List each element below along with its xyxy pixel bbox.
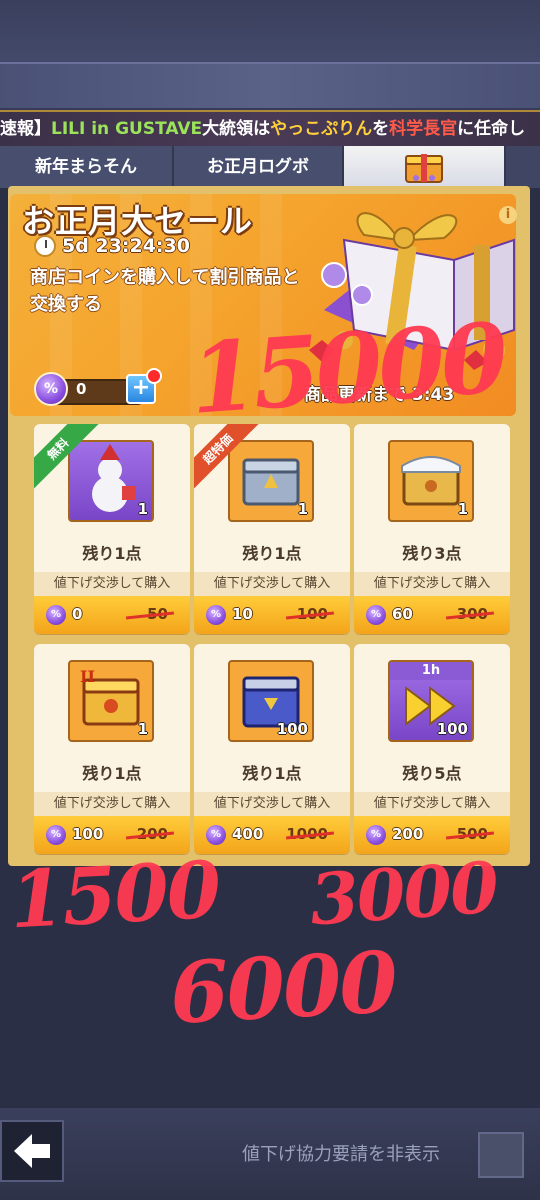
negotiate-label: 値下げ交渉して購入 xyxy=(34,792,190,816)
hide-request-label: 値下げ協力要請を非表示 xyxy=(242,1144,440,1165)
snow-chest-icon: 1 xyxy=(388,440,474,522)
remaining-count: 残り5点 xyxy=(402,764,462,783)
price-bar[interactable]: % 400 1000 xyxy=(194,816,350,854)
price-bar[interactable]: % 10 100 xyxy=(194,596,350,634)
shop-coin-icon: % xyxy=(366,825,386,845)
shop-coin-icon: % xyxy=(366,605,386,625)
negotiate-label: 値下げ交渉して購入 xyxy=(34,572,190,596)
shop-coin-icon: % xyxy=(206,605,226,625)
svg-text:II: II xyxy=(80,667,95,686)
hide-request-checkbox[interactable] xyxy=(478,1132,524,1178)
handwritten-note: 15000 xyxy=(186,301,508,436)
sale-price: 200 xyxy=(392,825,424,843)
shop-item-card[interactable]: 100 残り1点 値下げ交渉して購入 % 400 1000 xyxy=(194,644,350,854)
top-background xyxy=(0,0,540,110)
clock-icon xyxy=(34,235,56,257)
remaining-count: 残り1点 xyxy=(82,544,142,563)
tab-new-year-login-bonus[interactable]: お正月ログボ xyxy=(174,146,344,188)
remaining-count: 残り1点 xyxy=(82,764,142,783)
tab-new-year-sale[interactable] xyxy=(344,146,506,188)
silver-chest-icon: 1 xyxy=(228,440,314,522)
ticker-part: に任命し xyxy=(457,119,526,139)
remaining-count: 残り3点 xyxy=(402,544,462,563)
ticker-part: 大統領は xyxy=(202,119,271,139)
sale-price: 400 xyxy=(232,825,264,843)
handwritten-note: 1500 xyxy=(7,844,222,947)
negotiate-label: 値下げ交渉して購入 xyxy=(194,792,350,816)
sale-price: 100 xyxy=(72,825,104,843)
sale-price: 60 xyxy=(392,605,413,623)
tab-new-year-marathon[interactable]: 新年まらそん xyxy=(0,146,174,188)
ticker-part: LILI in GUSTAVE xyxy=(51,119,203,139)
gift-chest-icon xyxy=(405,154,443,183)
fast-forward-icon: 1h 100 xyxy=(388,660,474,742)
handwritten-note: 6000 xyxy=(167,932,399,1043)
shop-coin-icon: % xyxy=(34,372,68,406)
buy-coins-button[interactable]: + xyxy=(126,368,162,404)
tab-bar: 新年まらそん お正月ログボ xyxy=(0,146,540,188)
shop-item-card[interactable]: 1 超特価 残り1点 値下げ交渉して購入 % 10 100 xyxy=(194,424,350,634)
blue-chest-icon: 100 xyxy=(228,660,314,742)
negotiate-label: 値下げ交渉して購入 xyxy=(194,572,350,596)
back-arrow-icon xyxy=(14,1134,50,1168)
negotiate-label: 値下げ交渉して購入 xyxy=(354,572,510,596)
remaining-count: 残り1点 xyxy=(242,544,302,563)
ticker-part: を xyxy=(372,119,390,139)
price-bar[interactable]: % 60 300 xyxy=(354,596,510,634)
remaining-count: 残り1点 xyxy=(242,764,302,783)
shop-item-card[interactable]: II 1 残り1点 値下げ交渉して購入 % 100 200 xyxy=(34,644,190,854)
gold-chest-icon: II 1 xyxy=(68,660,154,742)
countdown: 5d 23:24:30 xyxy=(34,235,190,257)
news-ticker: 速報】LILI in GUSTAVE大統領はやっこぷりんを科学長官に任命し xyxy=(0,110,540,148)
ticker-part: やっこぷりん xyxy=(270,119,373,139)
handwritten-note: 3000 xyxy=(307,845,500,942)
shop-item-card[interactable]: 1h 100 残り5点 値下げ交渉して購入 % 200 500 xyxy=(354,644,510,854)
price-bar[interactable]: % 0 50 xyxy=(34,596,190,634)
back-button[interactable] xyxy=(0,1120,64,1182)
shop-coin-icon: % xyxy=(206,825,226,845)
shop-coin-icon: % xyxy=(46,605,66,625)
snowman-icon: 1 xyxy=(68,440,154,522)
negotiate-label: 値下げ交渉して購入 xyxy=(354,792,510,816)
ticker-part: 速報】 xyxy=(0,119,51,139)
sale-description: 商店コインを購入して割引商品と交換する xyxy=(30,267,300,315)
sale-price: 10 xyxy=(232,605,253,623)
shop-item-card[interactable]: 1 無料 残り1点 値下げ交渉して購入 % 0 50 xyxy=(34,424,190,634)
notification-dot xyxy=(146,368,162,384)
ticker-part: 科学長官 xyxy=(389,119,458,139)
countdown-text: 5d 23:24:30 xyxy=(62,235,190,257)
coin-balance-value: 0 xyxy=(76,380,87,398)
shop-item-card[interactable]: 1 残り3点 値下げ交渉して購入 % 60 300 xyxy=(354,424,510,634)
sale-price: 0 xyxy=(72,605,83,623)
shop-coin-icon: % xyxy=(46,825,66,845)
duration-label: 1h xyxy=(390,662,472,680)
